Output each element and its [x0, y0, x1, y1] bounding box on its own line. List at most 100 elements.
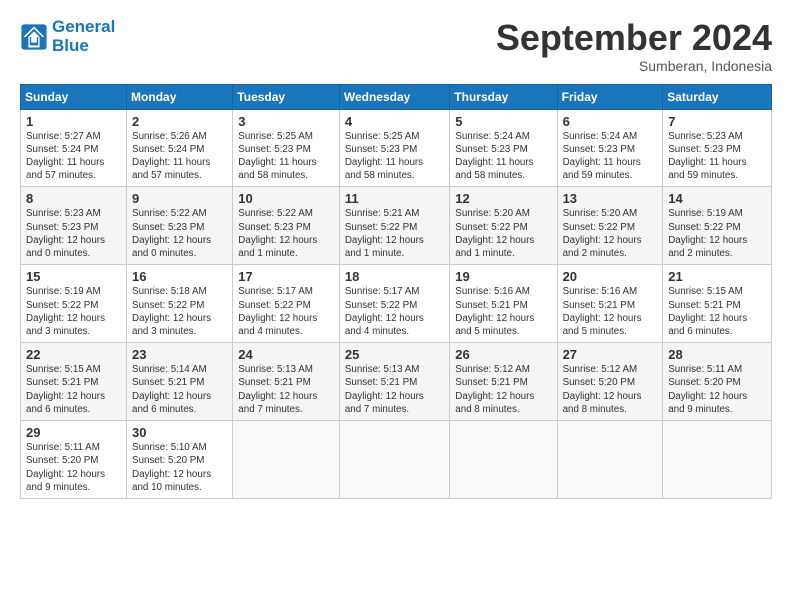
- day-number: 1: [26, 114, 121, 129]
- day-number: 5: [455, 114, 551, 129]
- table-row: 26Sunrise: 5:12 AM Sunset: 5:21 PM Dayli…: [450, 343, 557, 421]
- day-info: Sunrise: 5:22 AM Sunset: 5:23 PM Dayligh…: [238, 207, 334, 260]
- day-number: 6: [563, 114, 658, 129]
- day-number: 23: [132, 347, 227, 362]
- day-number: 30: [132, 425, 227, 440]
- header-thursday: Thursday: [450, 84, 557, 109]
- day-number: 9: [132, 191, 227, 206]
- table-row: 20Sunrise: 5:16 AM Sunset: 5:21 PM Dayli…: [557, 265, 663, 343]
- table-row: 22Sunrise: 5:15 AM Sunset: 5:21 PM Dayli…: [21, 343, 127, 421]
- day-number: 19: [455, 269, 551, 284]
- day-number: 21: [668, 269, 766, 284]
- day-info: Sunrise: 5:16 AM Sunset: 5:21 PM Dayligh…: [563, 285, 658, 338]
- day-info: Sunrise: 5:12 AM Sunset: 5:21 PM Dayligh…: [455, 363, 551, 416]
- day-info: Sunrise: 5:19 AM Sunset: 5:22 PM Dayligh…: [668, 207, 766, 260]
- table-row: 13Sunrise: 5:20 AM Sunset: 5:22 PM Dayli…: [557, 187, 663, 265]
- day-info: Sunrise: 5:25 AM Sunset: 5:23 PM Dayligh…: [238, 130, 334, 183]
- table-row: 15Sunrise: 5:19 AM Sunset: 5:22 PM Dayli…: [21, 265, 127, 343]
- day-info: Sunrise: 5:12 AM Sunset: 5:20 PM Dayligh…: [563, 363, 658, 416]
- header-wednesday: Wednesday: [339, 84, 449, 109]
- table-row: 21Sunrise: 5:15 AM Sunset: 5:21 PM Dayli…: [663, 265, 772, 343]
- day-number: 15: [26, 269, 121, 284]
- table-row: 17Sunrise: 5:17 AM Sunset: 5:22 PM Dayli…: [233, 265, 340, 343]
- day-info: Sunrise: 5:27 AM Sunset: 5:24 PM Dayligh…: [26, 130, 121, 183]
- calendar-week-row: 22Sunrise: 5:15 AM Sunset: 5:21 PM Dayli…: [21, 343, 772, 421]
- day-info: Sunrise: 5:21 AM Sunset: 5:22 PM Dayligh…: [345, 207, 444, 260]
- table-row: 28Sunrise: 5:11 AM Sunset: 5:20 PM Dayli…: [663, 343, 772, 421]
- header-saturday: Saturday: [663, 84, 772, 109]
- calendar-week-row: 8Sunrise: 5:23 AM Sunset: 5:23 PM Daylig…: [21, 187, 772, 265]
- table-row: 24Sunrise: 5:13 AM Sunset: 5:21 PM Dayli…: [233, 343, 340, 421]
- day-number: 4: [345, 114, 444, 129]
- day-info: Sunrise: 5:17 AM Sunset: 5:22 PM Dayligh…: [238, 285, 334, 338]
- calendar-table: Sunday Monday Tuesday Wednesday Thursday…: [20, 84, 772, 499]
- table-row: 16Sunrise: 5:18 AM Sunset: 5:22 PM Dayli…: [127, 265, 233, 343]
- day-number: 18: [345, 269, 444, 284]
- day-info: Sunrise: 5:18 AM Sunset: 5:22 PM Dayligh…: [132, 285, 227, 338]
- logo: General Blue: [20, 18, 115, 55]
- page: General Blue September 2024 Sumberan, In…: [0, 0, 792, 612]
- title-block: September 2024 Sumberan, Indonesia: [496, 18, 772, 74]
- calendar-header-row: Sunday Monday Tuesday Wednesday Thursday…: [21, 84, 772, 109]
- table-row: 3Sunrise: 5:25 AM Sunset: 5:23 PM Daylig…: [233, 109, 340, 187]
- day-number: 14: [668, 191, 766, 206]
- day-number: 22: [26, 347, 121, 362]
- table-row: [557, 421, 663, 499]
- day-info: Sunrise: 5:20 AM Sunset: 5:22 PM Dayligh…: [563, 207, 658, 260]
- day-number: 24: [238, 347, 334, 362]
- table-row: 18Sunrise: 5:17 AM Sunset: 5:22 PM Dayli…: [339, 265, 449, 343]
- table-row: 6Sunrise: 5:24 AM Sunset: 5:23 PM Daylig…: [557, 109, 663, 187]
- table-row: 7Sunrise: 5:23 AM Sunset: 5:23 PM Daylig…: [663, 109, 772, 187]
- header-friday: Friday: [557, 84, 663, 109]
- day-number: 26: [455, 347, 551, 362]
- location-subtitle: Sumberan, Indonesia: [496, 58, 772, 74]
- table-row: [450, 421, 557, 499]
- table-row: 23Sunrise: 5:14 AM Sunset: 5:21 PM Dayli…: [127, 343, 233, 421]
- day-number: 10: [238, 191, 334, 206]
- table-row: 9Sunrise: 5:22 AM Sunset: 5:23 PM Daylig…: [127, 187, 233, 265]
- day-number: 3: [238, 114, 334, 129]
- day-info: Sunrise: 5:20 AM Sunset: 5:22 PM Dayligh…: [455, 207, 551, 260]
- table-row: 5Sunrise: 5:24 AM Sunset: 5:23 PM Daylig…: [450, 109, 557, 187]
- table-row: 10Sunrise: 5:22 AM Sunset: 5:23 PM Dayli…: [233, 187, 340, 265]
- day-info: Sunrise: 5:17 AM Sunset: 5:22 PM Dayligh…: [345, 285, 444, 338]
- calendar-week-row: 15Sunrise: 5:19 AM Sunset: 5:22 PM Dayli…: [21, 265, 772, 343]
- day-number: 12: [455, 191, 551, 206]
- table-row: 14Sunrise: 5:19 AM Sunset: 5:22 PM Dayli…: [663, 187, 772, 265]
- day-info: Sunrise: 5:22 AM Sunset: 5:23 PM Dayligh…: [132, 207, 227, 260]
- table-row: [663, 421, 772, 499]
- day-info: Sunrise: 5:10 AM Sunset: 5:20 PM Dayligh…: [132, 441, 227, 494]
- table-row: 4Sunrise: 5:25 AM Sunset: 5:23 PM Daylig…: [339, 109, 449, 187]
- logo-icon: [20, 23, 48, 51]
- day-info: Sunrise: 5:25 AM Sunset: 5:23 PM Dayligh…: [345, 130, 444, 183]
- day-info: Sunrise: 5:11 AM Sunset: 5:20 PM Dayligh…: [26, 441, 121, 494]
- logo-text: General Blue: [52, 18, 115, 55]
- calendar-week-row: 1Sunrise: 5:27 AM Sunset: 5:24 PM Daylig…: [21, 109, 772, 187]
- day-number: 28: [668, 347, 766, 362]
- day-info: Sunrise: 5:13 AM Sunset: 5:21 PM Dayligh…: [345, 363, 444, 416]
- day-info: Sunrise: 5:24 AM Sunset: 5:23 PM Dayligh…: [455, 130, 551, 183]
- day-number: 25: [345, 347, 444, 362]
- day-number: 27: [563, 347, 658, 362]
- header-tuesday: Tuesday: [233, 84, 340, 109]
- day-info: Sunrise: 5:24 AM Sunset: 5:23 PM Dayligh…: [563, 130, 658, 183]
- day-number: 13: [563, 191, 658, 206]
- day-info: Sunrise: 5:14 AM Sunset: 5:21 PM Dayligh…: [132, 363, 227, 416]
- day-number: 16: [132, 269, 227, 284]
- table-row: [233, 421, 340, 499]
- day-info: Sunrise: 5:23 AM Sunset: 5:23 PM Dayligh…: [26, 207, 121, 260]
- day-number: 11: [345, 191, 444, 206]
- day-info: Sunrise: 5:19 AM Sunset: 5:22 PM Dayligh…: [26, 285, 121, 338]
- table-row: 29Sunrise: 5:11 AM Sunset: 5:20 PM Dayli…: [21, 421, 127, 499]
- day-info: Sunrise: 5:26 AM Sunset: 5:24 PM Dayligh…: [132, 130, 227, 183]
- day-info: Sunrise: 5:11 AM Sunset: 5:20 PM Dayligh…: [668, 363, 766, 416]
- table-row: [339, 421, 449, 499]
- day-info: Sunrise: 5:15 AM Sunset: 5:21 PM Dayligh…: [668, 285, 766, 338]
- day-number: 7: [668, 114, 766, 129]
- month-title: September 2024: [496, 18, 772, 58]
- table-row: 25Sunrise: 5:13 AM Sunset: 5:21 PM Dayli…: [339, 343, 449, 421]
- day-number: 8: [26, 191, 121, 206]
- day-number: 29: [26, 425, 121, 440]
- table-row: 27Sunrise: 5:12 AM Sunset: 5:20 PM Dayli…: [557, 343, 663, 421]
- table-row: 11Sunrise: 5:21 AM Sunset: 5:22 PM Dayli…: [339, 187, 449, 265]
